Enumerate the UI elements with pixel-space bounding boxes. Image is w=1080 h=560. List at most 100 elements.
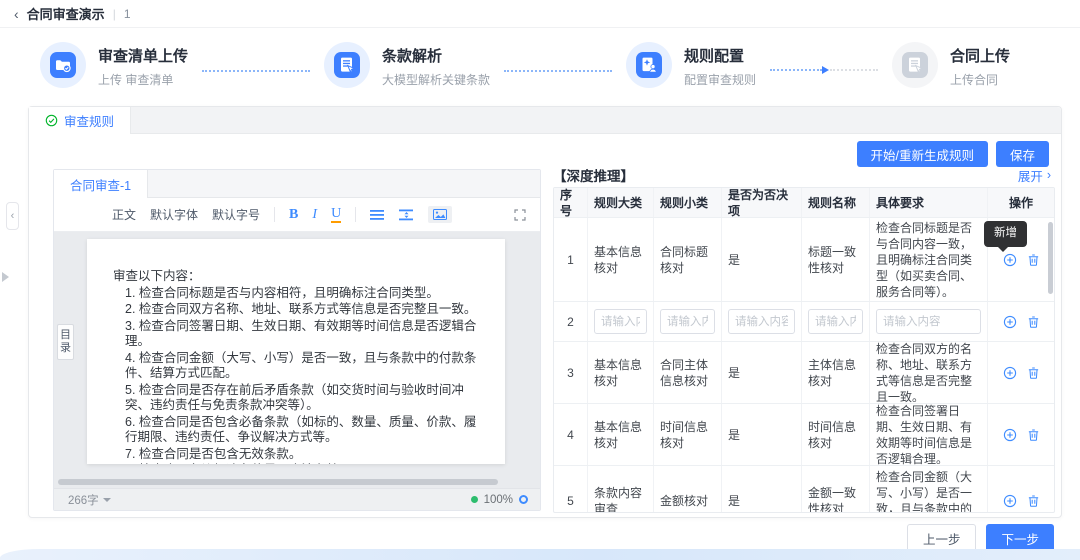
delete-row-icon[interactable]: [1027, 428, 1040, 442]
insert-image-button[interactable]: [428, 206, 452, 223]
row-index: 3: [554, 342, 588, 403]
add-row-icon[interactable]: [1003, 315, 1017, 329]
font-size-select[interactable]: 默认字号: [212, 206, 260, 223]
rule-veto: 是: [722, 466, 802, 513]
toolbar-divider: [355, 207, 356, 222]
paragraph-style-select[interactable]: 正文: [112, 206, 136, 223]
rule-category: 条款内容审查: [588, 466, 654, 513]
editor-statusbar: 266字 100%: [54, 488, 540, 510]
row-actions: 新增: [988, 218, 1054, 301]
expand-link[interactable]: 展开›: [1018, 166, 1051, 185]
doc-item: 5. 检查合同是否存在前后矛盾条款（如交货时间与验收时间冲突、违约责任与免责条款…: [125, 383, 479, 414]
zoom-level: 100%: [484, 494, 513, 506]
add-row-icon[interactable]: [1003, 494, 1017, 508]
bold-button[interactable]: B: [289, 207, 298, 223]
rule-requirement: 检查合同签署日期、生效日期、有效期等时间信息是否逻辑合理。: [870, 404, 988, 465]
col-header: 规则大类: [588, 188, 654, 217]
doc-item: 7. 检查合同是否包含无效条款。: [125, 447, 479, 463]
next-step-button[interactable]: 下一步: [986, 524, 1054, 552]
row-actions: [988, 342, 1054, 403]
doc-config-icon: [626, 42, 672, 88]
row-index: 2: [554, 302, 588, 341]
veto-input[interactable]: [728, 309, 795, 334]
add-row-icon[interactable]: [1003, 253, 1017, 267]
table-row: 1 基本信息核对 合同标题核对 是 标题一致性核对 检查合同标题是否与合同内容一…: [554, 218, 1054, 302]
delete-row-icon[interactable]: [1027, 253, 1040, 267]
step-subtitle: 配置审查规则: [684, 71, 756, 88]
delete-row-icon[interactable]: [1027, 366, 1040, 380]
title-divider: |: [113, 7, 116, 21]
underline-button[interactable]: U: [331, 206, 341, 223]
doc-item: 2. 检查合同双方名称、地址、联系方式等信息是否完整且一致。: [125, 302, 479, 318]
rule-veto: 是: [722, 218, 802, 301]
tab-label: 审查规则: [64, 111, 114, 130]
rule-veto: 是: [722, 342, 802, 403]
fullscreen-icon[interactable]: [514, 209, 526, 221]
collapse-handle[interactable]: ‹: [6, 202, 19, 230]
subcategory-input[interactable]: [660, 309, 715, 334]
step-checklist-upload[interactable]: 审查清单上传 上传 审查清单: [40, 42, 188, 88]
toolbar-divider: [274, 207, 275, 222]
editor-tab-strip: 合同审查-1: [54, 170, 540, 198]
rules-card: 审查规则 开始/重新生成规则 保存 【深度推理】 展开› 合同审查-1 正文 默…: [28, 106, 1062, 518]
rule-requirement: 检查合同双方的名称、地址、联系方式等信息是否完整且一致。: [870, 342, 988, 403]
col-header: 规则名称: [802, 188, 870, 217]
add-row-icon[interactable]: [1003, 428, 1017, 442]
title-badge: 1: [124, 7, 131, 21]
step-title: 合同上传: [950, 48, 1010, 66]
wizard-footer: 上一步 下一步: [907, 524, 1054, 552]
rule-category: 基本信息核对: [588, 218, 654, 301]
step-connector: [202, 70, 310, 72]
col-header: 序号: [554, 188, 588, 217]
horizontal-scrollbar[interactable]: [58, 479, 526, 485]
rule-name: 金额一致性核对: [802, 466, 870, 513]
row-index: 4: [554, 404, 588, 465]
step-subtitle: 上传 审查清单: [98, 71, 188, 88]
requirement-input[interactable]: [876, 309, 981, 334]
drawer-expand-arrow-icon[interactable]: [2, 272, 9, 282]
save-button[interactable]: 保存: [996, 141, 1049, 167]
check-circle-icon: [45, 114, 58, 127]
vertical-scrollbar[interactable]: [1048, 222, 1053, 294]
step-contract-upload[interactable]: 合同上传 上传合同: [892, 42, 1010, 88]
chevron-right-icon: ›: [1047, 168, 1051, 182]
category-input[interactable]: [594, 309, 647, 334]
tab-contract-review-1[interactable]: 合同审查-1: [54, 170, 148, 198]
delete-row-icon[interactable]: [1027, 315, 1040, 329]
line-spacing-icon[interactable]: [399, 209, 414, 221]
zoom-reset-icon[interactable]: [519, 495, 528, 504]
toc-tab[interactable]: 目录: [57, 324, 74, 360]
step-rule-config[interactable]: 规则配置 配置审查规则: [626, 42, 756, 88]
word-count[interactable]: 266字: [68, 492, 111, 508]
folder-check-icon: [40, 42, 86, 88]
font-family-select[interactable]: 默认字体: [150, 206, 198, 223]
rule-actions: 开始/重新生成规则 保存: [857, 141, 1050, 167]
rules-table: 序号 规则大类 规则小类 是否为否决项 规则名称 具体要求 操作 1 基本信息核…: [553, 187, 1055, 513]
align-icon[interactable]: [370, 209, 385, 221]
generate-rules-button[interactable]: 开始/重新生成规则: [857, 141, 988, 167]
rule-subcategory: 金额核对: [654, 466, 722, 513]
step-clause-parse[interactable]: 条款解析 大模型解析关键条款: [324, 42, 490, 88]
col-header: 是否为否决项: [722, 188, 802, 217]
doc-parse-icon: [324, 42, 370, 88]
row-index: 5: [554, 466, 588, 513]
contract-editor-panel: 合同审查-1 正文 默认字体 默认字号 B I U: [53, 169, 541, 511]
rule-name: 时间信息核对: [802, 404, 870, 465]
doc-item: 1. 检查合同标题是否与内容相符，且明确标注合同类型。: [125, 286, 479, 302]
back-chevron-icon[interactable]: ‹: [14, 7, 19, 21]
name-input[interactable]: [808, 309, 863, 334]
rule-category: 基本信息核对: [588, 342, 654, 403]
editor-toolbar: 正文 默认字体 默认字号 B I U: [54, 198, 540, 232]
prev-step-button[interactable]: 上一步: [907, 524, 977, 552]
row-actions: [988, 404, 1054, 465]
add-row-icon[interactable]: [1003, 366, 1017, 380]
document-page[interactable]: 审查以下内容： 1. 检查合同标题是否与内容相符，且明确标注合同类型。 2. 检…: [87, 239, 505, 464]
step-connector: [504, 70, 612, 72]
italic-button[interactable]: I: [312, 207, 317, 223]
tab-review-rules[interactable]: 审查规则: [29, 107, 131, 134]
rule-subcategory: 合同标题核对: [654, 218, 722, 301]
rule-category: 基本信息核对: [588, 404, 654, 465]
rule-subcategory: 时间信息核对: [654, 404, 722, 465]
delete-row-icon[interactable]: [1027, 494, 1040, 508]
doc-item: 3. 检查合同签署日期、生效日期、有效期等时间信息是否逻辑合理。: [125, 319, 479, 350]
